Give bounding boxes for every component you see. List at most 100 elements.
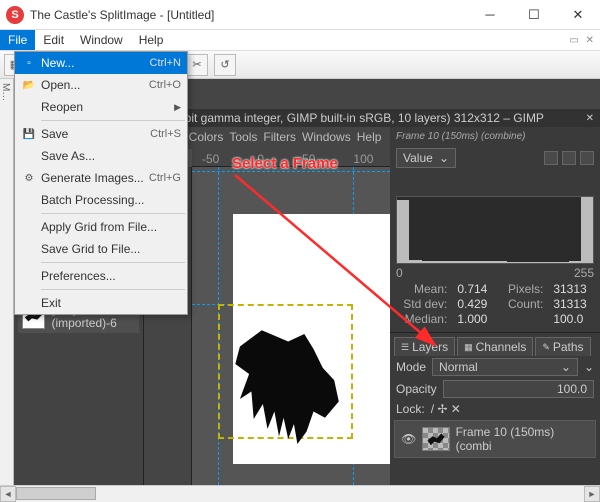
menu-label: Batch Processing...: [39, 193, 181, 207]
visibility-eye-icon[interactable]: 👁: [401, 432, 416, 446]
histogram-max: 255: [574, 266, 594, 280]
gimp-titlebar: 8-bit gamma integer, GIMP built-in sRGB,…: [168, 109, 600, 127]
gear-icon: ⚙: [19, 170, 39, 186]
stat-value: 31313: [553, 282, 592, 296]
menu-label: Reopen: [39, 100, 170, 114]
scroll-track[interactable]: [16, 486, 584, 501]
toolbar-button[interactable]: ✂: [186, 54, 208, 76]
blank-icon: [19, 99, 39, 115]
menu-generate-images[interactable]: ⚙ Generate Images... Ctrl+G: [15, 167, 187, 189]
menu-preferences[interactable]: Preferences...: [15, 265, 187, 287]
file-menu-dropdown: ▫ New... Ctrl+N 📂 Open... Ctrl+O Reopen …: [14, 51, 188, 315]
window-close-button[interactable]: ✕: [556, 0, 600, 30]
mode-label: Mode: [396, 360, 426, 374]
menu-label: Exit: [39, 296, 181, 310]
submenu-arrow-icon: ▶: [174, 102, 181, 113]
panel-option-button[interactable]: [544, 151, 558, 165]
new-file-icon: ▫: [19, 55, 39, 71]
gimp-title-text: 8-bit gamma integer, GIMP built-in sRGB,…: [174, 111, 544, 125]
menu-label: New...: [39, 56, 150, 70]
gimp-menu-item[interactable]: Windows: [302, 127, 351, 147]
paths-icon: ✎: [542, 342, 550, 353]
menubar-window[interactable]: Window: [72, 30, 131, 50]
gimp-close-icon[interactable]: ✕: [586, 113, 594, 124]
annotation-text: Select a Frame: [232, 155, 338, 172]
menubar-file[interactable]: File: [0, 30, 35, 50]
toolbar-button[interactable]: ↺: [214, 54, 236, 76]
stat-label: Count:: [503, 297, 544, 311]
menu-label: Save Grid to File...: [39, 242, 181, 256]
stat-value: 1.000: [457, 312, 492, 326]
menu-separator: [41, 262, 185, 263]
mode-selector[interactable]: Normal⌄: [432, 358, 578, 376]
app-icon: S: [6, 6, 24, 24]
panel-option-button[interactable]: [580, 151, 594, 165]
layer-name: Frame 10 (150ms) (combi: [456, 425, 589, 453]
stat-label: [503, 312, 544, 326]
menu-separator: [41, 213, 185, 214]
layer-list-row[interactable]: 👁 Frame 10 (150ms) (combi: [394, 420, 596, 458]
blank-icon: [19, 295, 39, 311]
stat-value: 31313: [553, 297, 592, 311]
opacity-input[interactable]: 100.0: [443, 380, 594, 398]
blank-icon: [19, 192, 39, 208]
menu-label: Save: [39, 127, 150, 141]
mdi-controls[interactable]: ▭ ✕: [569, 35, 596, 46]
lock-label: Lock:: [396, 402, 425, 416]
stat-value: 0.714: [457, 282, 492, 296]
chevron-down-icon[interactable]: ⌄: [584, 360, 594, 374]
menu-label: Apply Grid from File...: [39, 220, 181, 234]
tab-channels[interactable]: ▦Channels: [457, 337, 533, 356]
menu-save-grid-to-file[interactable]: Save Grid to File...: [15, 238, 187, 260]
blank-icon: [19, 241, 39, 257]
ruler-mark: -50: [202, 152, 219, 166]
tab-paths[interactable]: ✎Paths: [535, 337, 590, 356]
channels-icon: ▦: [464, 342, 473, 353]
menu-shortcut: Ctrl+G: [149, 172, 181, 184]
tab-layers[interactable]: ☰Layers: [394, 337, 455, 356]
menu-shortcut: Ctrl+O: [149, 79, 181, 91]
menu-reopen[interactable]: Reopen ▶: [15, 96, 187, 118]
menu-label: Preferences...: [39, 269, 181, 283]
scroll-left-button[interactable]: ◄: [0, 486, 16, 502]
blank-icon: [19, 219, 39, 235]
menu-save[interactable]: 💾 Save Ctrl+S: [15, 123, 187, 145]
menu-label: Generate Images...: [39, 171, 149, 185]
left-sidebar-tab[interactable]: M…: [0, 79, 14, 485]
lock-buttons[interactable]: / ✢ ✕: [431, 402, 461, 416]
menu-save-as[interactable]: Save As...: [15, 145, 187, 167]
stat-label: Mean:: [398, 282, 447, 296]
stat-label: Std dev:: [398, 297, 447, 311]
tab-label: Channels: [476, 340, 527, 354]
channel-selector[interactable]: Value ⌄: [396, 148, 456, 168]
horizontal-scrollbar[interactable]: ◄ ►: [0, 485, 600, 501]
menubar-help[interactable]: Help: [131, 30, 172, 50]
gimp-menu-item[interactable]: Tools: [229, 127, 257, 147]
canvas-region[interactable]: -50 0 50 100 150: [168, 149, 390, 485]
menu-batch-processing[interactable]: Batch Processing...: [15, 189, 187, 211]
menu-new[interactable]: ▫ New... Ctrl+N: [15, 52, 187, 74]
scroll-right-button[interactable]: ►: [584, 486, 600, 502]
scroll-thumb[interactable]: [16, 487, 96, 500]
menu-exit[interactable]: Exit: [15, 292, 187, 314]
gimp-menu-item[interactable]: Filters: [263, 127, 296, 147]
menu-label: Open...: [39, 78, 149, 92]
channel-selector-value: Value: [403, 151, 433, 165]
panel-option-button[interactable]: [562, 151, 576, 165]
gimp-menubar: er Colors Tools Filters Windows Help: [168, 127, 390, 147]
mode-value: Normal: [439, 360, 478, 374]
menubar-edit[interactable]: Edit: [35, 30, 72, 50]
stat-value: 0.429: [457, 297, 492, 311]
gimp-menu-item[interactable]: Colors: [189, 127, 224, 147]
window-maximize-button[interactable]: ☐: [512, 0, 556, 30]
menu-apply-grid-from-file[interactable]: Apply Grid from File...: [15, 216, 187, 238]
window-minimize-button[interactable]: ─: [468, 0, 512, 30]
stat-value: 100.0: [553, 312, 592, 326]
layers-icon: ☰: [401, 342, 409, 353]
menu-open[interactable]: 📂 Open... Ctrl+O: [15, 74, 187, 96]
histogram: [396, 196, 594, 264]
ruler-mark: 100: [353, 152, 373, 166]
gimp-menu-item[interactable]: Help: [357, 127, 382, 147]
menu-shortcut: Ctrl+S: [150, 128, 181, 140]
histogram-min: 0: [396, 266, 403, 280]
